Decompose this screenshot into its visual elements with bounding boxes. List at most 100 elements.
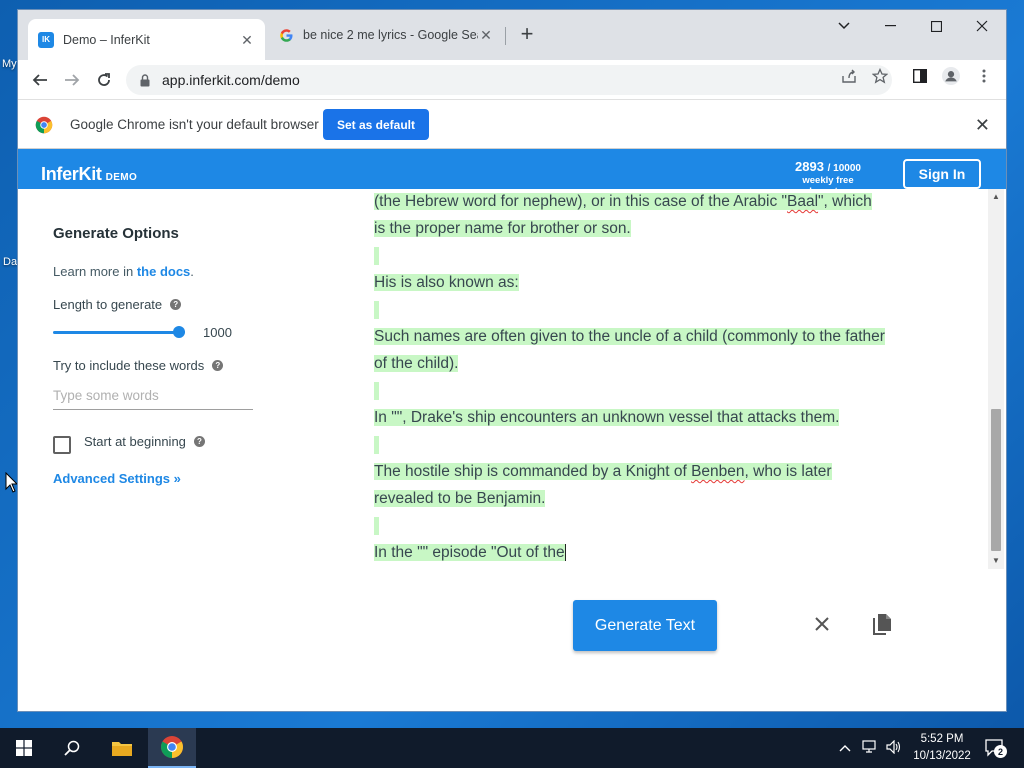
default-browser-infobar: Google Chrome isn't your default browser… <box>18 100 1006 149</box>
start-at-beginning-text: Start at beginning <box>84 434 186 449</box>
set-as-default-button[interactable]: Set as default <box>323 109 429 140</box>
clear-icon[interactable] <box>811 614 833 636</box>
network-icon[interactable] <box>862 740 880 757</box>
chrome-taskbar-icon[interactable] <box>148 728 196 768</box>
desktop-icon-label[interactable]: My <box>2 58 17 70</box>
chevron-up-icon[interactable] <box>839 740 851 755</box>
notification-count-badge: 2 <box>994 745 1007 758</box>
docs-link[interactable]: the docs <box>137 264 190 279</box>
profile-avatar-icon[interactable] <box>942 67 960 85</box>
close-window-button[interactable] <box>959 10 1005 42</box>
close-infobar-icon[interactable]: ✕ <box>975 115 990 136</box>
url-text: app.inferkit.com/demo <box>162 72 300 88</box>
logo-text: InferKit <box>41 164 102 184</box>
advanced-settings-link[interactable]: Advanced Settings » <box>53 471 181 486</box>
scroll-down-arrow-icon[interactable]: ▼ <box>991 556 1001 566</box>
chrome-logo-icon <box>35 116 53 134</box>
length-label-text: Length to generate <box>53 297 163 312</box>
sign-in-button[interactable]: Sign In <box>903 159 981 189</box>
start-at-beginning-label: Start at beginning ? <box>84 434 205 449</box>
editor-paragraph: (the Hebrew word for nephew), or in this… <box>374 189 904 242</box>
reload-icon[interactable] <box>92 68 116 92</box>
scrollbar-thumb[interactable] <box>991 409 1001 551</box>
more-menu-icon[interactable] <box>975 67 993 85</box>
inferkit-logo[interactable]: InferKit DEMO <box>41 164 137 185</box>
browser-toolbar: app.inferkit.com/demo <box>18 60 1006 100</box>
notifications-icon[interactable]: 2 <box>980 728 1010 768</box>
blank-line-marker <box>374 381 379 400</box>
length-slider-handle[interactable] <box>173 326 185 338</box>
generated-text: of the child). <box>374 355 459 372</box>
browser-window: IK Demo – InferKit ✕ be nice 2 me lyrics… <box>18 10 1006 711</box>
demo-badge: DEMO <box>105 172 138 183</box>
learn-more-text: Learn more in the docs. <box>53 264 194 279</box>
system-clock[interactable]: 5:52 PM 10/13/2022 <box>906 731 978 765</box>
side-panel-icon[interactable] <box>911 67 929 85</box>
editor-paragraph: Such names are often given to the uncle … <box>374 323 904 377</box>
blank-line-marker <box>374 246 379 265</box>
editor-scrollbar[interactable]: ▲ ▼ <box>988 189 1004 569</box>
back-arrow-icon[interactable] <box>28 68 52 92</box>
length-label: Length to generate ? <box>53 297 182 312</box>
tab-separator <box>505 27 506 45</box>
tab-google-search[interactable]: be nice 2 me lyrics - Google Sear ✕ <box>268 19 504 51</box>
desktop-icon-label[interactable]: Da <box>3 256 17 268</box>
scroll-up-arrow-icon[interactable]: ▲ <box>991 192 1001 202</box>
tab-title: Demo – InferKit <box>63 32 150 47</box>
tab-search-icon[interactable] <box>821 10 867 42</box>
tab-title: be nice 2 me lyrics - Google Sear <box>303 28 478 42</box>
include-words-label-text: Try to include these words <box>53 358 205 373</box>
volume-icon[interactable] <box>886 739 902 757</box>
maximize-button[interactable] <box>913 10 959 42</box>
bookmark-star-icon[interactable] <box>871 67 889 85</box>
generated-text: In "", Drake's ship encounters an unknow… <box>374 409 840 426</box>
generated-text: , who is later <box>744 463 832 480</box>
length-slider-track[interactable] <box>53 331 185 334</box>
mouse-cursor-icon <box>5 472 19 493</box>
tab-inferkit-demo[interactable]: IK Demo – InferKit ✕ <box>28 19 265 60</box>
help-icon[interactable]: ? <box>170 299 182 310</box>
minimize-button[interactable] <box>867 10 913 42</box>
include-words-input[interactable] <box>53 382 253 410</box>
generated-text: (the Hebrew word for nephew), or in this… <box>374 193 788 210</box>
editor-paragraph: His is also known as: <box>374 269 904 296</box>
generated-text: revealed to be Benjamin. <box>374 490 546 507</box>
tab-strip: IK Demo – InferKit ✕ be nice 2 me lyrics… <box>18 10 1006 60</box>
new-tab-button[interactable]: + <box>516 23 538 46</box>
close-tab-icon[interactable]: ✕ <box>239 32 255 48</box>
editor-paragraph: In "", Drake's ship encounters an unknow… <box>374 404 904 431</box>
misspelled-word: Baal <box>787 193 819 210</box>
generated-text: In the "" episode "Out of the <box>374 544 565 561</box>
generated-text: ", which <box>818 193 872 210</box>
forward-arrow-icon[interactable] <box>60 68 84 92</box>
file-explorer-icon[interactable] <box>98 728 146 768</box>
learn-more-prefix: Learn more in <box>53 264 137 279</box>
editor-paragraph: The hostile ship is commanded by a Knigh… <box>374 458 904 512</box>
close-tab-icon[interactable]: ✕ <box>478 27 494 43</box>
length-value: 1000 <box>203 325 232 340</box>
generated-text: The hostile ship is commanded by a Knigh… <box>374 463 692 480</box>
windows-start-icon[interactable] <box>0 728 48 768</box>
infobar-message: Google Chrome isn't your default browser <box>70 117 319 132</box>
app-body: Generate Options Learn more in the docs.… <box>18 189 1006 711</box>
help-icon[interactable]: ? <box>212 360 224 371</box>
google-icon <box>278 27 294 43</box>
start-at-beginning-checkbox[interactable] <box>53 436 71 454</box>
quota-used: 2893 <box>795 159 824 174</box>
include-words-label: Try to include these words ? <box>53 358 224 373</box>
copy-icon[interactable] <box>871 613 895 639</box>
blank-line-marker <box>374 516 379 535</box>
generated-text: is the proper name for brother or son. <box>374 220 631 237</box>
editor-paragraph: In the "" episode "Out of the <box>374 539 904 566</box>
search-icon[interactable] <box>48 728 96 768</box>
clock-date: 10/13/2022 <box>913 750 971 762</box>
share-icon[interactable] <box>840 67 858 85</box>
generate-text-button[interactable]: Generate Text <box>573 600 717 651</box>
address-bar[interactable]: app.inferkit.com/demo <box>126 65 892 95</box>
learn-more-suffix: . <box>190 264 194 279</box>
generated-text: His is also known as: <box>374 274 519 291</box>
inferkit-favicon-icon: IK <box>38 31 54 48</box>
text-editor[interactable]: (the Hebrew word for nephew), or in this… <box>368 189 990 566</box>
help-icon[interactable]: ? <box>193 436 205 447</box>
lock-icon[interactable] <box>138 73 152 87</box>
